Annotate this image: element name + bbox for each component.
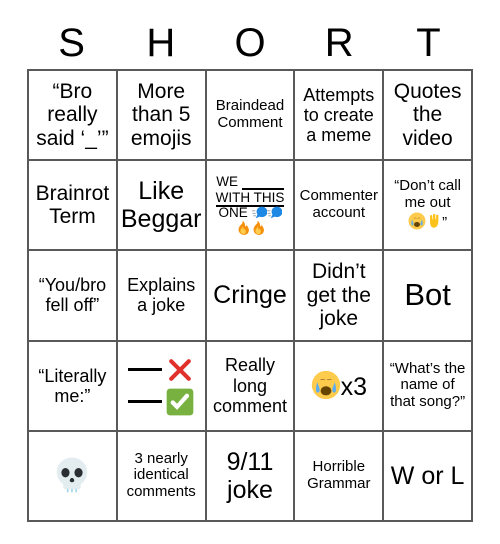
bingo-cell-r3c3[interactable]: Cringe xyxy=(206,251,296,342)
we-blank-line: WE xyxy=(216,172,284,190)
bingo-cell-text: “You/bro fell off” xyxy=(38,275,107,316)
bingo-cell-r4c2[interactable] xyxy=(117,341,207,432)
bingo-cell-text: 3 nearly identical comments xyxy=(126,449,196,501)
bingo-cell-r1c5[interactable]: Quotes the video xyxy=(384,71,473,162)
cry-x3-row: x3 xyxy=(311,370,367,402)
bingo-cell-text: Explains a joke xyxy=(127,275,196,316)
bingo-cell-text: Quotes the video xyxy=(393,79,462,150)
bingo-cell-r2c1[interactable]: Brainrot Term xyxy=(29,161,118,252)
bingo-cell-text: Braindead Comment xyxy=(215,97,285,132)
bingo-cell-composite xyxy=(121,353,202,419)
bingo-cell-r4c5[interactable]: “What’s the name of that song?” xyxy=(384,341,473,432)
bingo-cell-r3c2[interactable]: Explains a joke xyxy=(117,251,207,342)
dont-line-1: “Don’t call xyxy=(394,177,461,195)
bingo-cell-r3c1[interactable]: “You/bro fell off” xyxy=(29,251,118,342)
blank-underline xyxy=(241,172,284,190)
blank-cross-row xyxy=(121,355,202,385)
check-mark-button-icon xyxy=(165,387,195,417)
bingo-cell-composite: WE WITH THIS ONE xyxy=(210,172,291,238)
bingo-cell-r5c3[interactable]: 9/11 joke xyxy=(206,431,296,522)
cry-multiplier-label: x3 xyxy=(340,373,367,402)
blank-line xyxy=(127,400,162,404)
bingo-cell-composite: x3 xyxy=(298,370,379,402)
loudly-crying-face-icon xyxy=(408,212,426,230)
bingo-cell-r3c4[interactable]: Didn’t get the joke xyxy=(295,251,385,342)
header-letter-r: R xyxy=(324,21,354,65)
bingo-cell-r3c5[interactable]: Bot xyxy=(384,251,473,342)
bingo-cell-r1c2[interactable]: More than 5 emojis xyxy=(117,71,207,162)
bingo-cell-text: Didn’t get the joke xyxy=(306,260,371,331)
we-line-3-row: ONE xyxy=(218,205,282,220)
bingo-cell-r5c1[interactable] xyxy=(29,431,118,522)
header-letter-h: H xyxy=(146,21,176,65)
header-letter-o: O xyxy=(234,21,266,65)
loudly-crying-face-icon xyxy=(311,370,341,400)
bingo-cell-text: Commenter account xyxy=(299,187,378,222)
header-letter-t: T xyxy=(416,21,441,65)
cross-mark-icon xyxy=(165,355,195,385)
bingo-cell-text: Brainrot Term xyxy=(35,181,110,229)
bingo-cell-r1c1[interactable]: “Bro really said ‘_’” xyxy=(29,71,118,162)
bingo-cell-text: “What’s the name of that song?” xyxy=(389,359,466,411)
fire-icon xyxy=(235,220,250,237)
raised-hand-icon xyxy=(426,213,442,230)
bingo-cell-text: Bot xyxy=(404,277,451,313)
dont-emoji-row: ” xyxy=(408,212,448,232)
blank-line xyxy=(127,368,162,372)
bingo-cell-r2c5[interactable]: “Don’t call me out ” xyxy=(384,161,473,252)
speaking-head-icon xyxy=(251,205,267,220)
bingo-cell-r5c5[interactable]: W or L xyxy=(384,431,473,522)
bingo-cell-text: Horrible Grammar xyxy=(307,458,371,492)
bingo-cell-r2c2[interactable]: Like Beggar xyxy=(117,161,207,252)
bingo-cell-r1c4[interactable]: Attempts to create a meme xyxy=(295,71,385,162)
bingo-cell-r2c3[interactable]: WE WITH THIS ONE xyxy=(206,161,296,252)
dont-line-2: me out xyxy=(404,194,451,212)
bingo-cell-text: 9/11 joke xyxy=(226,447,274,504)
bingo-cell-r5c4[interactable]: Horrible Grammar xyxy=(295,431,385,522)
bingo-cell-text: Attempts to create a meme xyxy=(303,84,375,146)
fire-icon xyxy=(250,220,265,237)
skull-icon xyxy=(51,454,93,496)
bingo-grid: “Bro really said ‘_’” More than 5 emojis… xyxy=(27,69,473,522)
bingo-cell-text: W or L xyxy=(390,461,465,490)
bingo-header-letters: S H O R T xyxy=(27,18,473,68)
bingo-card: S H O R T “Bro really said ‘_’” More tha… xyxy=(0,0,500,544)
dont-close-quote: ” xyxy=(442,214,448,232)
bingo-cell-text: Really long comment xyxy=(212,355,287,416)
bingo-cell-r4c3[interactable]: Really long comment xyxy=(206,341,296,432)
speaking-head-icon xyxy=(266,205,282,220)
bingo-cell-text: “Bro really said ‘_’” xyxy=(36,79,109,150)
bingo-cell-r4c1[interactable]: “Literally me:” xyxy=(29,341,118,432)
bingo-cell-text: More than 5 emojis xyxy=(130,79,192,150)
bingo-cell-text: Cringe xyxy=(213,281,287,310)
bingo-cell-text: Like Beggar xyxy=(120,177,202,234)
bingo-cell-r5c2[interactable]: 3 nearly identical comments xyxy=(117,431,207,522)
header-letter-s: S xyxy=(58,21,85,65)
bingo-cell-r2c4[interactable]: Commenter account xyxy=(295,161,385,252)
blank-check-row xyxy=(121,387,202,417)
bingo-cell-composite: “Don’t call me out ” xyxy=(387,178,468,232)
fire-row xyxy=(235,220,265,238)
bingo-cell-text: “Literally me:” xyxy=(38,365,107,406)
bingo-cell-composite xyxy=(32,454,113,498)
bingo-cell-r4c4[interactable]: x3 xyxy=(295,341,385,432)
bingo-cell-r1c3[interactable]: Braindead Comment xyxy=(206,71,296,162)
